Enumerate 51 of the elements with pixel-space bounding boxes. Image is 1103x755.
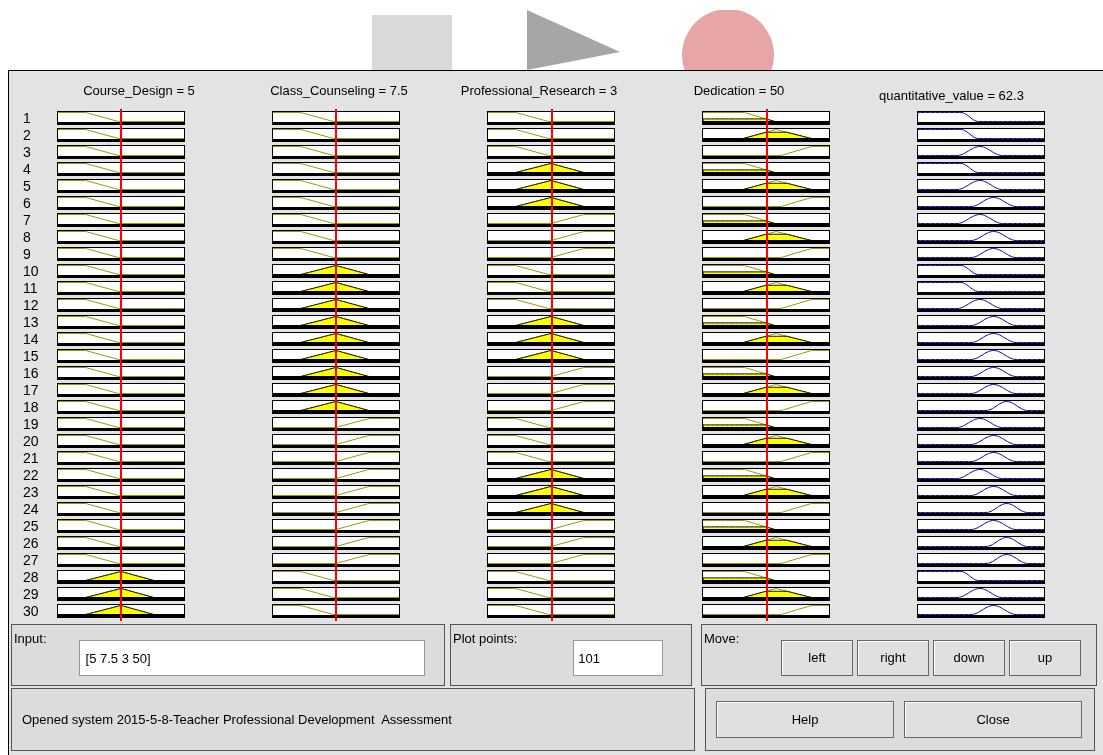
rule-number: 21 — [23, 451, 39, 465]
plot-points-label: Plot points: — [452, 630, 518, 648]
rule-number: 24 — [23, 502, 39, 516]
rule-number: 4 — [23, 162, 31, 176]
rule-number: 8 — [23, 230, 31, 244]
rule-number: 2 — [23, 128, 31, 142]
variable-title: Professional_Research = 3 — [460, 82, 618, 100]
rule-number: 17 — [23, 383, 39, 397]
move-button[interactable]: left — [781, 640, 853, 676]
input-field[interactable]: [5 7.5 3 50] — [78, 640, 425, 676]
variable-title: Course_Design = 5 — [83, 82, 195, 100]
move-button[interactable]: right — [857, 640, 929, 676]
rule-number: 6 — [23, 196, 31, 210]
input-value-line[interactable] — [766, 109, 768, 621]
dialog-button[interactable]: Help — [716, 701, 894, 738]
input-label: Input: — [13, 630, 47, 648]
move-button[interactable]: down — [933, 640, 1005, 676]
input-value-line[interactable] — [334, 109, 337, 621]
status-text: Opened system 2015-5-8-Teacher Professional Development Assessment — [22, 710, 452, 729]
rule-number: 7 — [23, 213, 31, 227]
rule-number: 23 — [23, 485, 39, 499]
rule-number: 3 — [23, 145, 31, 159]
rule-number: 1 — [23, 111, 31, 125]
rule-number: 9 — [23, 247, 31, 261]
rule-number: 22 — [23, 468, 39, 482]
rule-number: 14 — [23, 332, 39, 346]
variable-title: Class_Counseling = 7.5 — [270, 82, 408, 100]
rule-number: 19 — [23, 417, 39, 431]
rule-number: 10 — [23, 264, 39, 278]
rule-number: 28 — [23, 570, 39, 584]
dialog-button[interactable]: Close — [904, 701, 1082, 738]
move-button[interactable]: up — [1009, 640, 1081, 676]
rule-number: 15 — [23, 349, 39, 363]
rule-number: 25 — [23, 519, 39, 533]
plot-points-field[interactable]: 101 — [573, 640, 664, 676]
move-label: Move: — [703, 630, 741, 648]
rule-number: 27 — [23, 553, 39, 567]
rule-number: 18 — [23, 400, 39, 414]
rule-number: 11 — [23, 281, 38, 295]
rule-number: 26 — [23, 536, 39, 550]
rule-number: 16 — [23, 366, 39, 380]
input-value-line[interactable] — [551, 109, 553, 621]
rule-number: 20 — [23, 434, 39, 448]
rule-number: 13 — [23, 315, 39, 329]
input-value-line[interactable] — [119, 109, 122, 621]
rule-number: 5 — [23, 179, 31, 193]
rule-number: 12 — [23, 298, 39, 312]
rule-number: 30 — [23, 604, 39, 618]
variable-title: Dedication = 50 — [693, 82, 785, 100]
variable-title: quantitative_value = 62.3 — [879, 87, 1024, 105]
rule-number: 29 — [23, 587, 39, 601]
